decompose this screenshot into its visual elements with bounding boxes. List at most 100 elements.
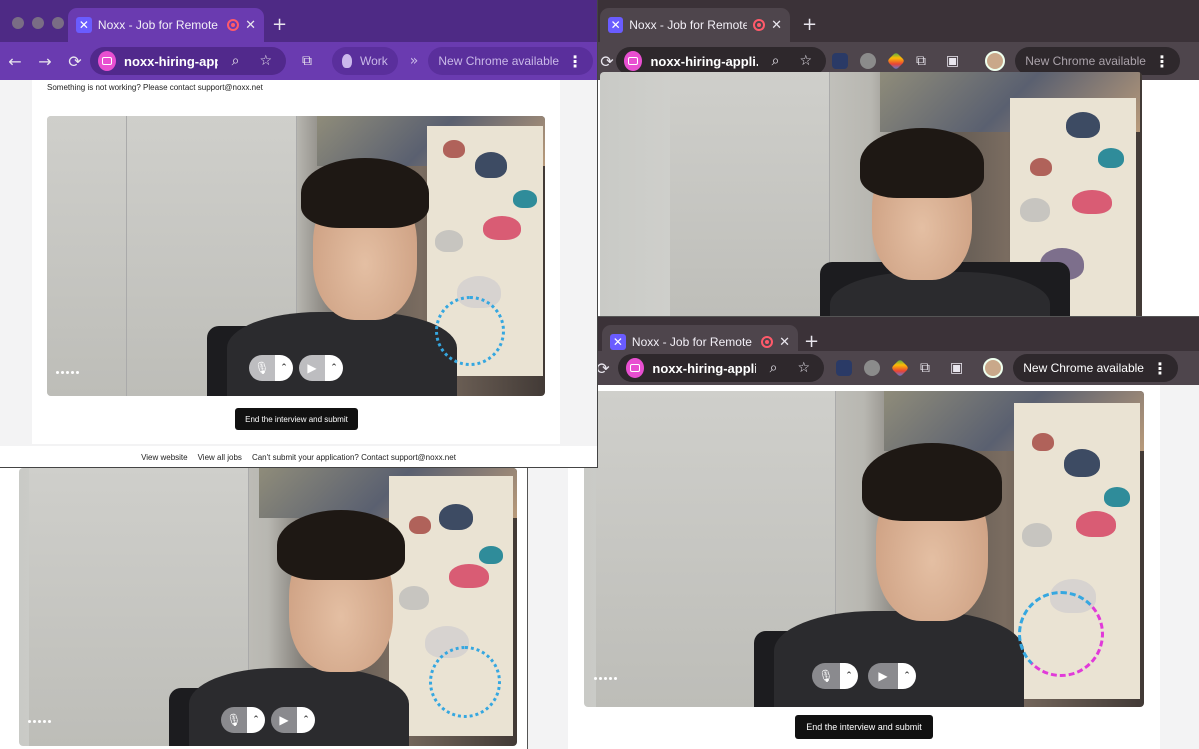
grammarly-icon[interactable]: [860, 53, 876, 69]
maximize-window-button[interactable]: [52, 17, 64, 29]
tab-strip: ✕ Noxx - Job for Remote En ✕ +: [598, 0, 1199, 42]
tab-noxx[interactable]: ✕ Noxx - Job for Remote En ✕: [68, 8, 264, 42]
reload-icon[interactable]: ⟳: [60, 52, 90, 71]
star-icon[interactable]: ☆: [797, 360, 810, 376]
camera-control[interactable]: ▶ ⌃: [868, 663, 916, 689]
webcam-preview: 🎙 ⌃ ▶ ⌃: [19, 468, 517, 746]
mic-icon[interactable]: 🎙: [812, 663, 840, 689]
tab-title: Noxx - Job for Remote En: [629, 18, 748, 32]
extensions-icon[interactable]: ⧉: [920, 360, 930, 376]
minimize-window-button[interactable]: [32, 17, 44, 29]
browser-window-d: 🎙 ⌃ ▶ ⌃: [0, 466, 530, 749]
page: 🎙 ⌃ ▶ ⌃: [0, 466, 530, 749]
new-tab-button[interactable]: +: [272, 14, 287, 35]
footer: View website View all jobs Can't submit …: [0, 446, 597, 467]
footer-link-view-all-jobs[interactable]: View all jobs: [198, 453, 242, 462]
chrome-update-label: New Chrome available: [1025, 54, 1146, 68]
address-bar[interactable]: noxx-hiring-appli... ⌕ ☆: [90, 47, 286, 75]
mic-icon[interactable]: 🎙: [221, 707, 247, 733]
close-window-button[interactable]: [12, 17, 24, 29]
star-icon[interactable]: ☆: [259, 53, 272, 69]
extensions-icon[interactable]: ⧉: [916, 53, 926, 69]
cast-icon[interactable]: ▣: [946, 53, 959, 69]
page: Something is not working? Please contact…: [0, 80, 597, 467]
forward-icon[interactable]: →: [30, 52, 60, 71]
url-text: noxx-hiring-appli...: [650, 53, 758, 69]
camera-icon[interactable]: ▶: [868, 663, 898, 689]
tab-noxx[interactable]: ✕ Noxx - Job for Remote En ✕: [600, 8, 790, 42]
grammarly-icon[interactable]: [864, 360, 880, 376]
webcam-preview: 🎙 ⌃ ▶ ⌃: [584, 391, 1144, 707]
browser-window-c: ✕ Noxx - Job for Remote En ✕ + ← → ⟳ nox…: [527, 316, 1199, 749]
camera-control[interactable]: ▶ ⌃: [299, 355, 343, 381]
new-tab-button[interactable]: +: [804, 331, 819, 352]
chrome-update-button[interactable]: New Chrome available ⋮: [1013, 354, 1178, 382]
end-interview-submit-button[interactable]: End the interview and submit: [795, 715, 933, 739]
end-interview-submit-button[interactable]: End the interview and submit: [235, 408, 358, 430]
recording-icon: [761, 336, 774, 348]
camera-control[interactable]: ▶ ⌃: [271, 707, 315, 733]
noxx-favicon-icon: ✕: [76, 17, 92, 33]
react-devtools-icon[interactable]: [836, 360, 852, 376]
color-extension-icon[interactable]: [890, 358, 910, 378]
avatar[interactable]: [985, 51, 1006, 71]
close-icon[interactable]: ✕: [771, 18, 782, 33]
cast-icon[interactable]: ▣: [950, 360, 963, 376]
browser-window-a: ✕ Noxx - Job for Remote En ✕ + ← → ⟳ nox…: [0, 0, 598, 468]
mic-control[interactable]: 🎙 ⌃: [221, 707, 265, 733]
close-icon[interactable]: ✕: [245, 18, 256, 33]
back-icon[interactable]: ←: [0, 52, 30, 71]
toolbar: ← → ⟳ noxx-hiring-applic... ⌕ ☆ ⧉ ▣ New …: [528, 351, 1199, 385]
chrome-update-button[interactable]: New Chrome available ⋮: [1015, 47, 1180, 75]
window-controls[interactable]: [12, 17, 64, 29]
zoom-icon[interactable]: ⌕: [770, 360, 778, 376]
address-bar[interactable]: noxx-hiring-applic... ⌕ ☆: [618, 354, 824, 382]
browser-window-b: ✕ Noxx - Job for Remote En ✕ + ⟳ noxx-hi…: [598, 0, 1199, 320]
profile-icon: [342, 54, 352, 68]
camera-indicator-dots: [594, 677, 617, 680]
interview-card: Something is not working? Please contact…: [32, 80, 560, 444]
profile-label: Work: [360, 54, 388, 68]
tab-title: Noxx - Job for Remote En: [631, 335, 755, 349]
more-icon[interactable]: ⋮: [1154, 52, 1170, 71]
new-tab-button[interactable]: +: [802, 14, 817, 35]
more-icon[interactable]: ⋮: [1152, 359, 1168, 378]
close-icon[interactable]: ✕: [779, 335, 790, 350]
zoom-icon[interactable]: ⌕: [772, 53, 780, 69]
page: 🎙 ⌃ ▶ ⌃ End the interview and submit: [528, 385, 1199, 749]
mic-icon[interactable]: 🎙: [249, 355, 275, 381]
avatar[interactable]: [983, 358, 1004, 378]
interview-card: 🎙 ⌃ ▶ ⌃ End the interview and submit: [568, 385, 1160, 749]
chrome-update-label: New Chrome available: [1023, 361, 1144, 375]
address-bar[interactable]: noxx-hiring-appli... ⌕ ☆: [616, 47, 826, 75]
extensions-icon[interactable]: ⧉: [302, 53, 312, 69]
toolbar: ← → ⟳ noxx-hiring-appli... ⌕ ☆ ⧉ Work » …: [0, 42, 597, 80]
react-devtools-icon[interactable]: [832, 53, 848, 69]
camera-indicator-dots: [56, 371, 79, 374]
recording-icon: [753, 19, 766, 31]
chrome-update-button[interactable]: New Chrome available ⋮: [428, 47, 594, 75]
double-chevron-icon[interactable]: »: [410, 53, 419, 69]
noxx-favicon-icon: ✕: [608, 17, 624, 33]
tab-strip: ✕ Noxx - Job for Remote En ✕ +: [0, 0, 597, 42]
site-icon: [624, 51, 643, 71]
camera-icon[interactable]: ▶: [271, 707, 297, 733]
more-icon[interactable]: ⋮: [567, 52, 583, 71]
color-extension-icon[interactable]: [886, 51, 906, 71]
help-text: Something is not working? Please contact…: [47, 83, 263, 92]
footer-link-view-website[interactable]: View website: [141, 453, 188, 462]
tab-title: Noxx - Job for Remote En: [97, 18, 221, 32]
zoom-icon[interactable]: ⌕: [232, 53, 240, 69]
recording-icon: [227, 19, 240, 31]
camera-icon[interactable]: ▶: [299, 355, 325, 381]
star-icon[interactable]: ☆: [799, 53, 812, 69]
mic-control[interactable]: 🎙 ⌃: [812, 663, 858, 689]
reload-icon[interactable]: ⟳: [598, 52, 616, 71]
camera-indicator-dots: [28, 720, 51, 723]
chrome-update-label: New Chrome available: [438, 54, 560, 68]
profile-work-chip[interactable]: Work: [332, 47, 398, 75]
site-icon: [98, 51, 116, 71]
footer-link-support[interactable]: Can't submit your application? Contact s…: [252, 453, 456, 462]
mic-control[interactable]: 🎙 ⌃: [249, 355, 293, 381]
webcam-preview: 🎙 ⌃ ▶ ⌃: [47, 116, 545, 396]
